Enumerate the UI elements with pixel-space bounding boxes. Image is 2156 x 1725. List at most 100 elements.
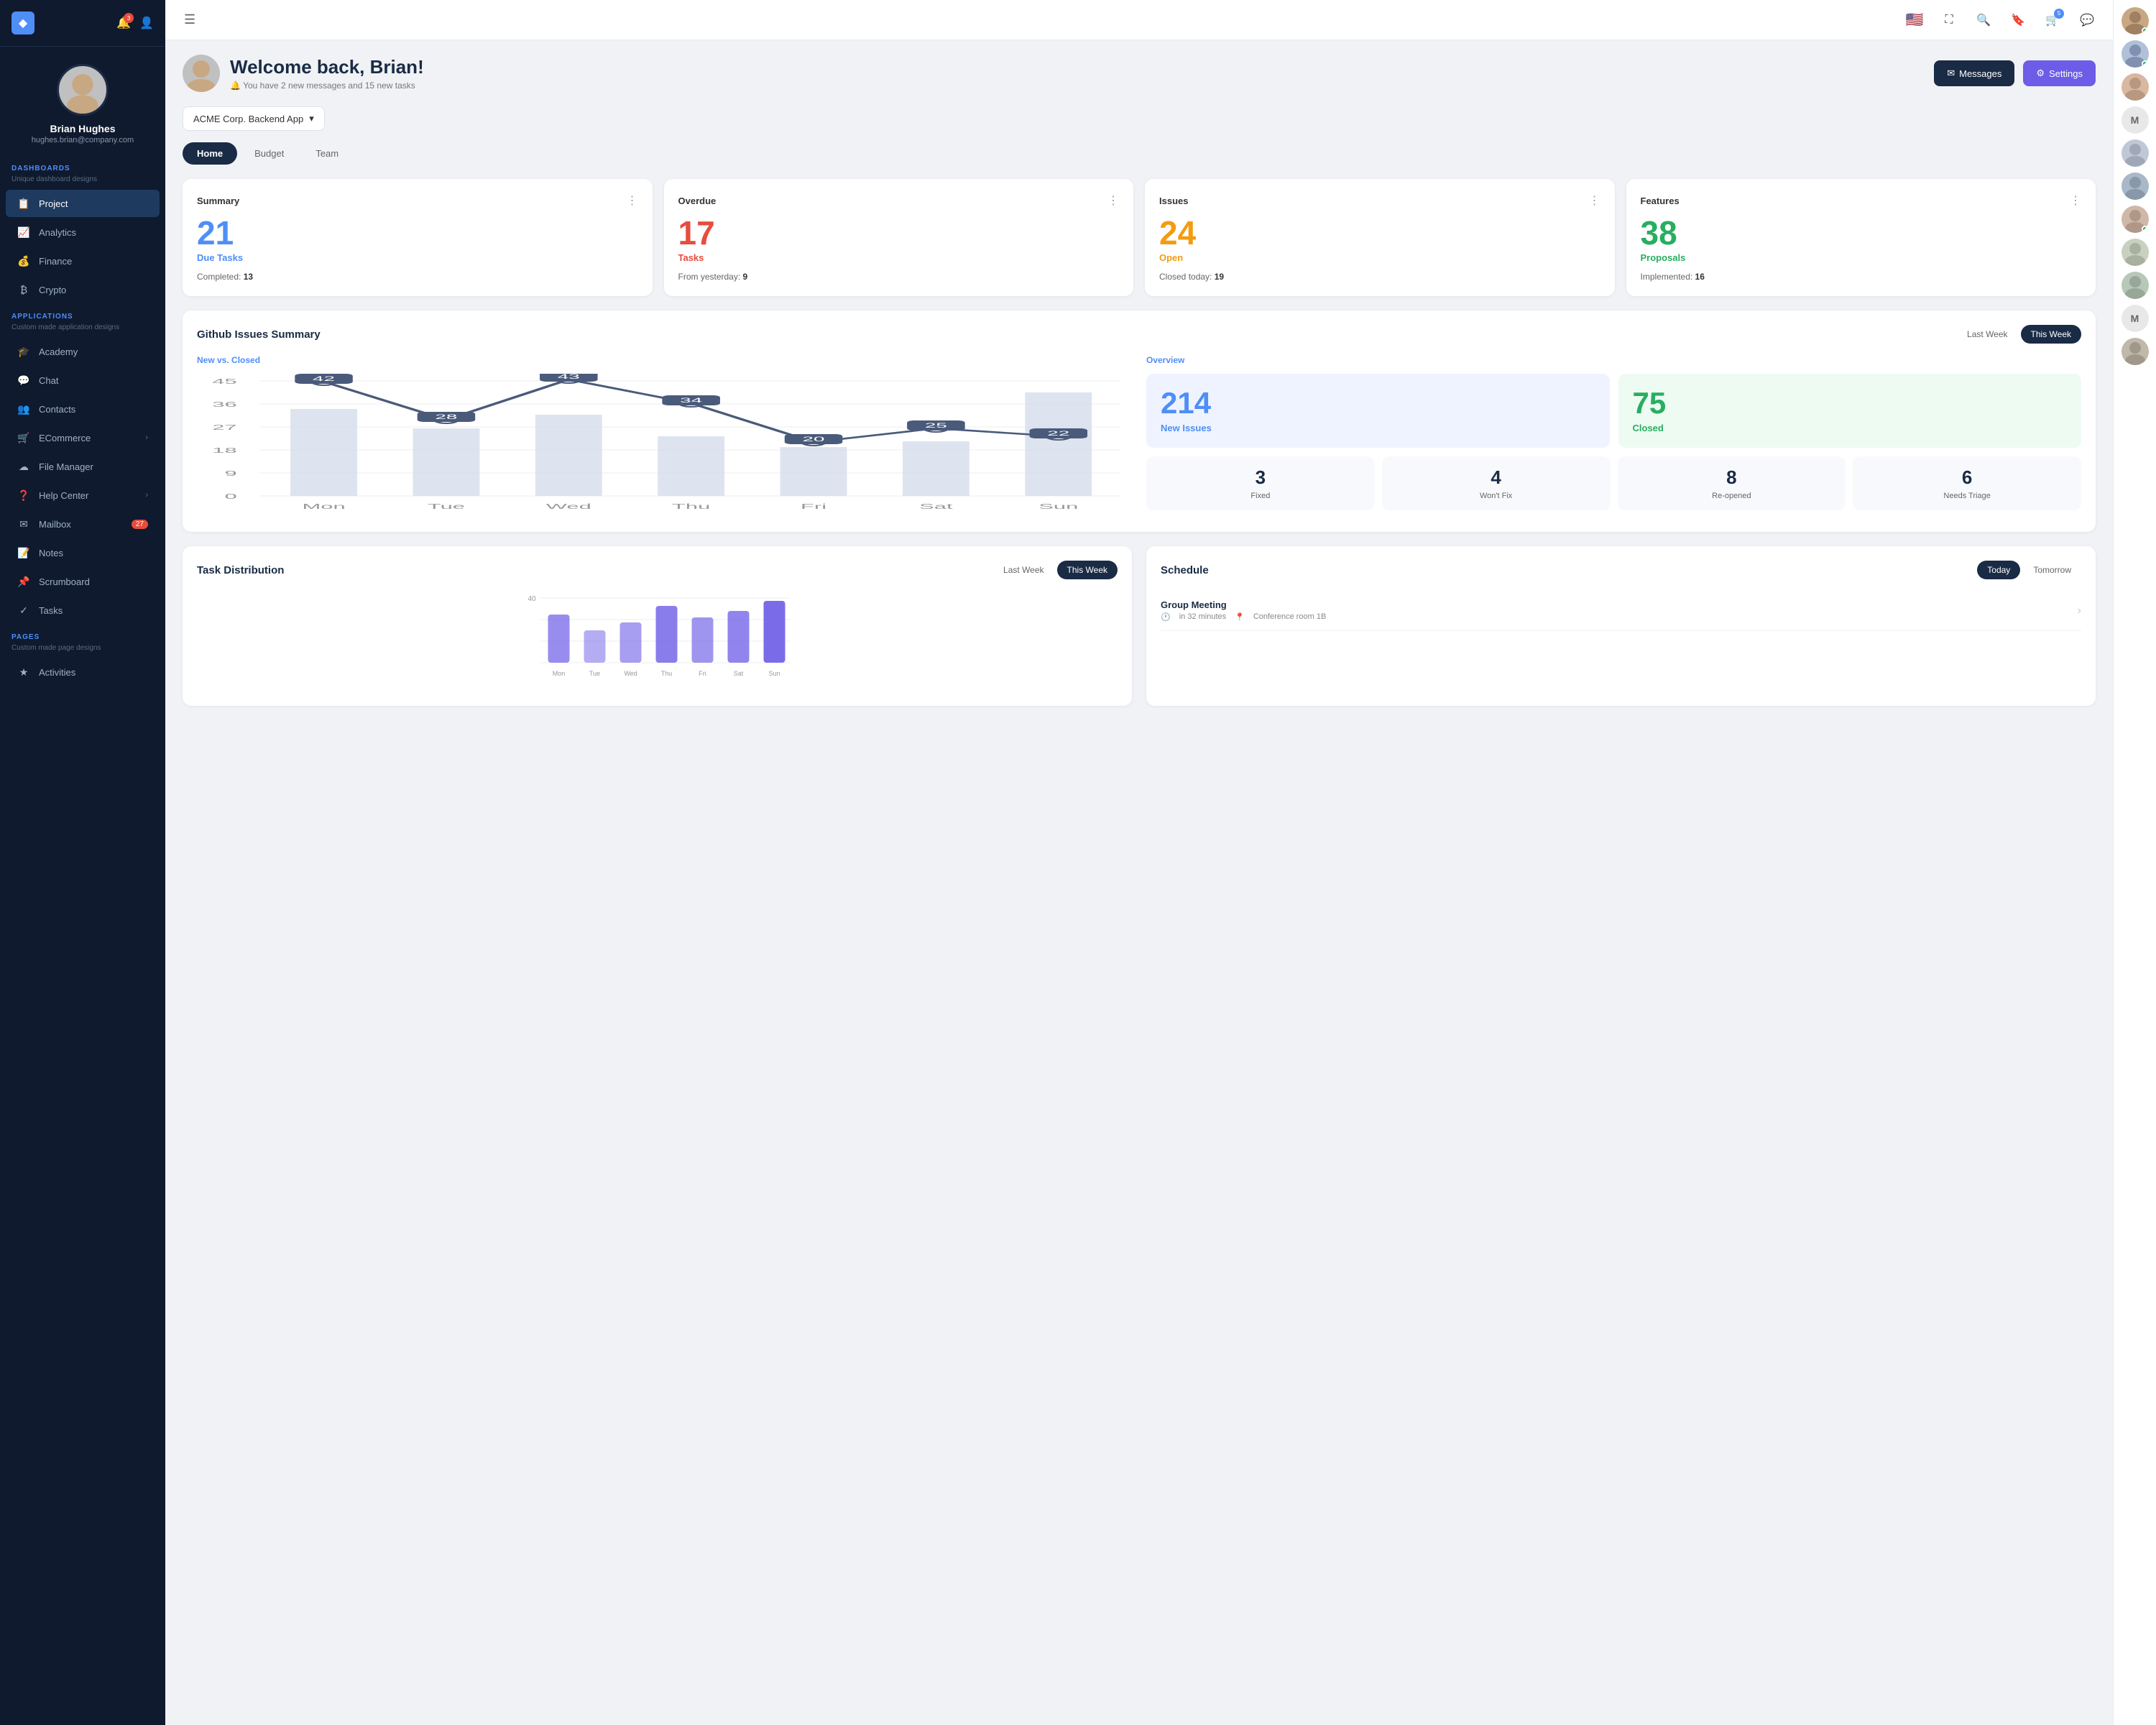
rp-avatar-m2[interactable]: M: [2122, 305, 2149, 332]
header-text: Welcome back, Brian! 🔔 You have 2 new me…: [230, 56, 424, 91]
svg-text:36: 36: [212, 400, 236, 408]
gear-icon: ⚙: [2036, 68, 2045, 79]
stat-label: Re-opened: [1628, 492, 1836, 500]
svg-text:Mon: Mon: [553, 670, 566, 677]
sidebar-item-crypto[interactable]: ₿ Crypto: [6, 276, 160, 303]
sidebar-item-filemanager[interactable]: ☁ File Manager: [6, 453, 160, 480]
card-menu-icon[interactable]: ⋮: [1589, 193, 1600, 208]
rp-avatar-6[interactable]: [2122, 206, 2149, 233]
chat-topbar-icon[interactable]: 💬: [2076, 9, 2099, 32]
app-logo[interactable]: ◆: [11, 12, 34, 34]
sidebar-item-scrumboard[interactable]: 📌 Scrumboard: [6, 568, 160, 595]
tab-home[interactable]: Home: [183, 142, 237, 165]
settings-button[interactable]: ⚙ Settings: [2023, 60, 2096, 86]
header-subtext: 🔔 You have 2 new messages and 15 new tas…: [230, 80, 424, 91]
menu-button[interactable]: ☰: [180, 8, 200, 32]
sidebar-item-chat[interactable]: 💬 Chat: [6, 367, 160, 394]
card-footer: Completed: 13: [197, 272, 638, 282]
tasks-icon: ✓: [17, 604, 30, 617]
rp-avatar-4[interactable]: [2122, 139, 2149, 167]
svg-text:Fri: Fri: [699, 670, 706, 677]
page-tabs: Home Budget Team: [183, 142, 2096, 165]
messages-button[interactable]: ✉ Messages: [1934, 60, 2014, 86]
github-section-header: Github Issues Summary Last Week This Wee…: [197, 325, 2081, 344]
last-week-toggle[interactable]: Last Week: [1957, 325, 2017, 344]
card-summary: Summary ⋮ 21 Due Tasks Completed: 13: [183, 179, 653, 296]
header-avatar: [183, 55, 220, 92]
fullscreen-icon[interactable]: ⛶: [1938, 9, 1961, 32]
notification-icon[interactable]: 🔔 3: [116, 16, 131, 30]
tomorrow-toggle[interactable]: Tomorrow: [2023, 561, 2081, 579]
ecommerce-icon: 🛒: [17, 431, 30, 444]
sidebar-item-helpcenter[interactable]: ❓ Help Center ›: [6, 482, 160, 509]
tab-team[interactable]: Team: [301, 142, 353, 165]
overview-bottom: 3 Fixed 4 Won't Fix 8 Re-opened 6: [1146, 456, 2081, 510]
sidebar-item-activities[interactable]: ★ Activities: [6, 658, 160, 686]
notes-icon: 📝: [17, 546, 30, 559]
overview-top: 214 New Issues 75 Closed: [1146, 374, 2081, 448]
today-toggle[interactable]: Today: [1977, 561, 2020, 579]
svg-text:34: 34: [680, 397, 702, 404]
rp-avatar-9[interactable]: [2122, 338, 2149, 365]
sidebar-item-notes[interactable]: 📝 Notes: [6, 539, 160, 566]
rp-avatar-1[interactable]: [2122, 7, 2149, 34]
sidebar-item-label: Contacts: [39, 404, 75, 415]
sidebar-item-academy[interactable]: 🎓 Academy: [6, 338, 160, 365]
task-this-week-toggle[interactable]: This Week: [1057, 561, 1118, 579]
flag-icon[interactable]: 🇺🇸: [1903, 9, 1926, 32]
right-panel: M M: [2113, 0, 2156, 1725]
analytics-icon: 📈: [17, 226, 30, 239]
svg-text:Fri: Fri: [801, 502, 826, 510]
stat-num: 4: [1392, 466, 1600, 489]
chart-label: New vs. Closed: [197, 355, 1132, 365]
schedule-item-meta: 🕐 in 32 minutes 📍 Conference room 1B: [1161, 612, 1326, 622]
card-menu-icon[interactable]: ⋮: [2070, 193, 2081, 208]
card-issues: Issues ⋮ 24 Open Closed today: 19: [1145, 179, 1615, 296]
rp-avatar-8[interactable]: [2122, 272, 2149, 299]
sidebar-top-icons: 🔔 3 👤: [116, 16, 154, 30]
sidebar-item-analytics[interactable]: 📈 Analytics: [6, 218, 160, 246]
search-icon[interactable]: 🔍: [1972, 9, 1995, 32]
new-issues-label: New Issues: [1161, 423, 1212, 433]
svg-text:Wed: Wed: [546, 502, 591, 510]
schedule-section: Schedule Today Tomorrow Group Meeting 🕐 …: [1146, 546, 2096, 706]
main-area: ☰ 🇺🇸 ⛶ 🔍 🔖 🛒 5 💬 Welcome back, Brian!: [165, 0, 2113, 1725]
tab-budget[interactable]: Budget: [240, 142, 298, 165]
card-menu-icon[interactable]: ⋮: [1107, 193, 1119, 208]
dashboards-section-label: DASHBOARDS: [0, 156, 165, 175]
sidebar-item-ecommerce[interactable]: 🛒 ECommerce ›: [6, 424, 160, 451]
user-icon[interactable]: 👤: [139, 16, 154, 30]
chevron-right-icon: ›: [145, 433, 148, 442]
bookmark-icon[interactable]: 🔖: [2007, 9, 2030, 32]
card-menu-icon[interactable]: ⋮: [627, 193, 638, 208]
sidebar: ◆ 🔔 3 👤 Brian Hughes hughes.brian@compan…: [0, 0, 165, 1725]
this-week-toggle[interactable]: This Week: [2021, 325, 2081, 344]
rp-avatar-2[interactable]: [2122, 40, 2149, 68]
rp-avatar-7[interactable]: [2122, 239, 2149, 266]
rp-avatar-m1[interactable]: M: [2122, 106, 2149, 134]
schedule-location: Conference room 1B: [1253, 612, 1327, 622]
clock-icon: 🕐: [1161, 612, 1171, 622]
chevron-right-icon[interactable]: ›: [2078, 604, 2081, 617]
chevron-right-icon: ›: [145, 491, 148, 500]
card-footer: From yesterday: 9: [678, 272, 1120, 282]
sidebar-item-tasks[interactable]: ✓ Tasks: [6, 597, 160, 624]
sidebar-item-label: ECommerce: [39, 433, 91, 443]
project-selector[interactable]: ACME Corp. Backend App ▾: [183, 106, 325, 131]
stat-wontfix: 4 Won't Fix: [1382, 456, 1611, 510]
project-icon: 📋: [17, 197, 30, 210]
sidebar-item-label: Finance: [39, 256, 72, 267]
svg-text:Tue: Tue: [589, 670, 600, 677]
closed-issues-label: Closed: [1633, 423, 1664, 433]
task-last-week-toggle[interactable]: Last Week: [993, 561, 1054, 579]
card-title: Issues: [1159, 196, 1188, 206]
task-dist-title: Task Distribution: [197, 564, 284, 576]
svg-text:Mon: Mon: [302, 502, 345, 510]
rp-avatar-3[interactable]: [2122, 73, 2149, 101]
rp-avatar-5[interactable]: [2122, 172, 2149, 200]
sidebar-item-finance[interactable]: 💰 Finance: [6, 247, 160, 275]
sidebar-item-contacts[interactable]: 👥 Contacts: [6, 395, 160, 423]
sidebar-item-project[interactable]: 📋 Project: [6, 190, 160, 217]
sidebar-item-mailbox[interactable]: ✉ Mailbox 27: [6, 510, 160, 538]
cart-icon[interactable]: 🛒 5: [2041, 9, 2064, 32]
